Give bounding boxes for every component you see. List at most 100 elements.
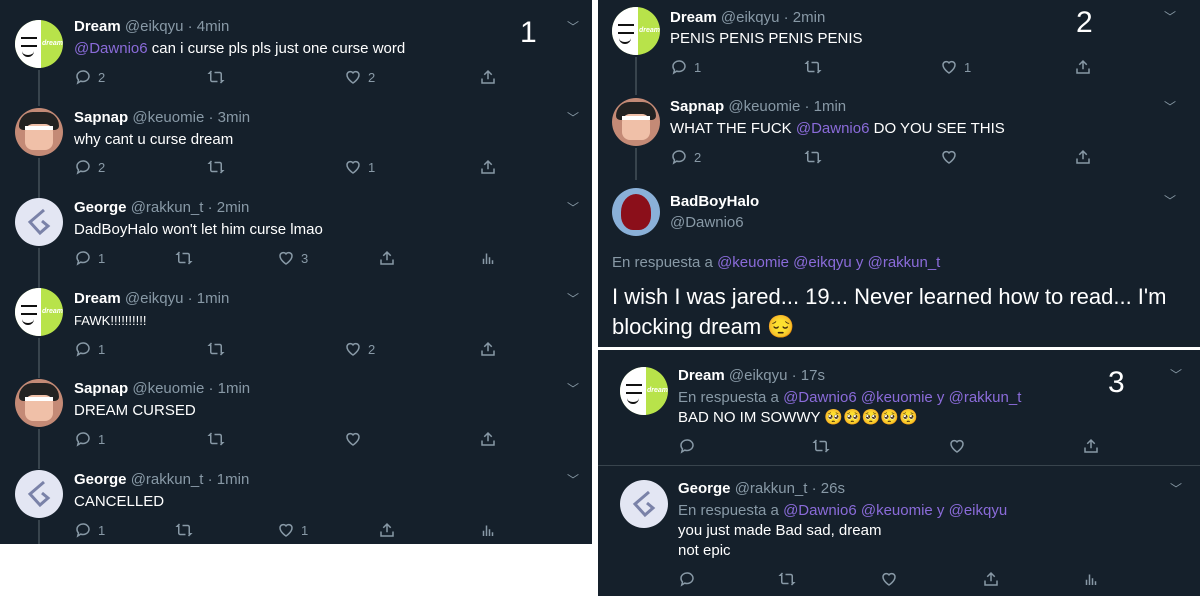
reply-button[interactable]: 2: [74, 68, 105, 86]
retweet-button[interactable]: [804, 148, 822, 166]
avatar[interactable]: dream: [612, 7, 660, 55]
tweet[interactable]: dream Dream @eikqyu · 4min ﹀ @Dawnio6 ca…: [0, 0, 592, 106]
like-button[interactable]: 2: [344, 340, 375, 358]
tweet[interactable]: dream Dream @eikqyu · 1min ﹀ FAWK!!!!!!!…: [0, 270, 592, 378]
share-icon: [479, 340, 497, 358]
display-name[interactable]: BadBoyHalo: [670, 193, 759, 210]
tweet[interactable]: George @rakkun_t · 26s ﹀ En respuesta a …: [598, 466, 1200, 596]
reply-button[interactable]: 1: [670, 58, 701, 76]
reply-button[interactable]: [678, 570, 696, 588]
share-button[interactable]: [1074, 58, 1092, 76]
like-button[interactable]: 1: [344, 158, 375, 176]
retweet-button[interactable]: [778, 570, 796, 588]
chevron-down-icon[interactable]: ﹀: [1170, 480, 1182, 497]
tweet-detail[interactable]: BadBoyHalo @Dawnio6 ﹀ En respuesta a @ke…: [598, 178, 1200, 347]
display-name[interactable]: George: [678, 480, 731, 497]
tweet-text-line: not epic: [678, 542, 731, 559]
share-button[interactable]: [378, 249, 396, 267]
tweet[interactable]: dream Dream @eikqyu · 17s ﹀ En respuesta…: [598, 350, 1200, 465]
tweet[interactable]: Sapnap @keuomie · 3min ﹀ why cant u curs…: [0, 90, 592, 198]
avatar[interactable]: [15, 470, 63, 518]
retweet-button[interactable]: [804, 58, 822, 76]
like-icon: [880, 570, 898, 588]
chevron-down-icon[interactable]: ﹀: [1170, 366, 1182, 383]
share-button[interactable]: [479, 340, 497, 358]
reply-button[interactable]: 2: [670, 148, 701, 166]
display-name[interactable]: Sapnap: [74, 109, 128, 126]
chevron-down-icon[interactable]: ﹀: [567, 380, 579, 397]
display-name[interactable]: Dream: [670, 9, 717, 26]
chevron-down-icon[interactable]: ﹀: [567, 471, 579, 488]
share-button[interactable]: [479, 430, 497, 448]
reply-button[interactable]: 1: [74, 521, 105, 539]
display-name[interactable]: Sapnap: [74, 380, 128, 397]
share-button[interactable]: [982, 570, 1000, 588]
chevron-down-icon[interactable]: ﹀: [567, 109, 579, 126]
mention-link[interactable]: @keuomie @eikqyu y @rakkun_t: [717, 254, 940, 271]
retweet-icon: [207, 68, 225, 86]
reply-button[interactable]: 2: [74, 158, 105, 176]
tweet[interactable]: George @rakkun_t · 2min ﹀ DadBoyHalo won…: [0, 180, 592, 288]
avatar[interactable]: dream: [15, 20, 63, 68]
avatar[interactable]: dream: [15, 288, 63, 336]
retweet-button[interactable]: [207, 430, 225, 448]
analytics-button[interactable]: [479, 521, 497, 539]
reply-button[interactable]: 1: [74, 430, 105, 448]
chevron-down-icon[interactable]: ﹀: [567, 290, 579, 307]
reply-icon: [678, 437, 696, 455]
chevron-down-icon[interactable]: ﹀: [567, 199, 579, 216]
avatar[interactable]: [15, 198, 63, 246]
avatar[interactable]: dream: [620, 367, 668, 415]
like-button[interactable]: 3: [277, 249, 308, 267]
display-name[interactable]: Sapnap: [670, 98, 724, 115]
reply-button[interactable]: [678, 437, 696, 455]
like-button[interactable]: 1: [940, 58, 971, 76]
analytics-button[interactable]: [1082, 570, 1100, 588]
reply-button[interactable]: 1: [74, 340, 105, 358]
tweet[interactable]: Sapnap @keuomie · 1min ﹀ DREAM CURSED 1: [0, 360, 592, 469]
tweet[interactable]: George @rakkun_t · 1min ﹀ CANCELLED 1 1: [0, 450, 592, 544]
tweet[interactable]: dream Dream @eikqyu · 2min ﹀ PENIS PENIS…: [598, 0, 1200, 95]
like-button[interactable]: 1: [277, 521, 308, 539]
display-name[interactable]: Dream: [678, 367, 725, 384]
mention-link[interactable]: @Dawnio6: [74, 40, 148, 57]
avatar[interactable]: [612, 188, 660, 236]
display-name[interactable]: Dream: [74, 18, 121, 35]
share-button[interactable]: [378, 521, 396, 539]
tweet[interactable]: Sapnap @keuomie · 1min ﹀ WHAT THE FUCK @…: [598, 88, 1200, 180]
mention-link[interactable]: @Dawnio6 @keuomie y @eikqyu: [783, 502, 1007, 519]
avatar[interactable]: [612, 98, 660, 146]
chevron-down-icon[interactable]: ﹀: [567, 18, 579, 35]
display-name[interactable]: George: [74, 199, 127, 216]
chevron-down-icon[interactable]: ﹀: [1164, 8, 1176, 25]
retweet-button[interactable]: [175, 521, 193, 539]
analytics-button[interactable]: [479, 249, 497, 267]
display-name[interactable]: George: [74, 471, 127, 488]
avatar[interactable]: [15, 108, 63, 156]
reply-button[interactable]: 1: [74, 249, 105, 267]
share-button[interactable]: [1074, 148, 1092, 166]
avatar[interactable]: [620, 480, 668, 528]
like-button[interactable]: 2: [344, 68, 375, 86]
chevron-down-icon[interactable]: ﹀: [1164, 98, 1176, 115]
retweet-button[interactable]: [207, 68, 225, 86]
tweet-text: FAWK!!!!!!!!!!: [74, 313, 147, 328]
share-button[interactable]: [1082, 437, 1100, 455]
retweet-button[interactable]: [207, 340, 225, 358]
like-button[interactable]: [344, 430, 368, 448]
mention-link[interactable]: @Dawnio6 @keuomie y @rakkun_t: [783, 389, 1021, 406]
retweet-button[interactable]: [207, 158, 225, 176]
handle: @eikqyu · 2min: [720, 9, 826, 26]
mention-link[interactable]: @Dawnio6: [796, 120, 870, 137]
display-name[interactable]: Dream: [74, 290, 121, 307]
handle: @keuomie · 1min: [132, 380, 251, 397]
like-button[interactable]: [940, 148, 964, 166]
retweet-button[interactable]: [175, 249, 193, 267]
chevron-down-icon[interactable]: ﹀: [1164, 192, 1176, 209]
avatar[interactable]: [15, 379, 63, 427]
like-button[interactable]: [880, 570, 898, 588]
like-button[interactable]: [948, 437, 966, 455]
share-button[interactable]: [479, 158, 497, 176]
share-button[interactable]: [479, 68, 497, 86]
retweet-button[interactable]: [812, 437, 830, 455]
